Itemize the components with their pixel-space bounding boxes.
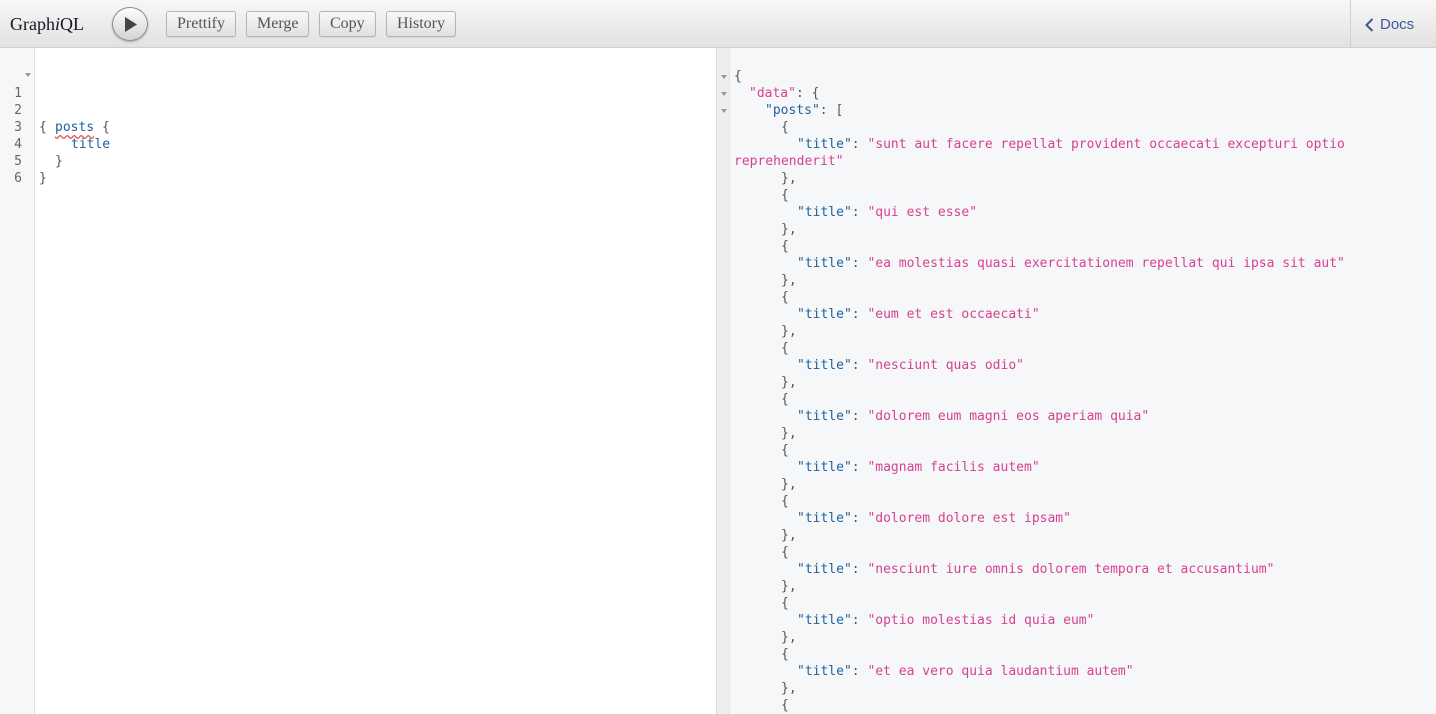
result-line: { (781, 392, 789, 407)
merge-button[interactable]: Merge (246, 11, 310, 37)
result-viewer: { "data": { "posts": [ { "title": "sunt a… (730, 48, 1436, 714)
result-line: "title": "magnam facilis autem" (797, 460, 1040, 475)
result-line: }, (781, 477, 797, 492)
prettify-button[interactable]: Prettify (166, 11, 236, 37)
editor-line: 6 (0, 153, 31, 186)
result-line: "posts": [ (765, 103, 844, 118)
result-line: "title": "nesciunt quas odio" (797, 358, 1024, 373)
result-line: reprehenderit" (734, 154, 844, 169)
result-line: "title": "optio molestias id quia eum" (797, 613, 1095, 628)
result-line: }, (781, 426, 797, 441)
fold-arrow-icon[interactable] (721, 92, 727, 96)
panel-divider[interactable] (716, 48, 730, 714)
app-title: GraphiQL (10, 14, 84, 34)
result-line: "title": "dolorem dolore est ipsam" (797, 511, 1071, 526)
toolbar: GraphiQL Prettify Merge Copy History Doc… (0, 0, 1436, 48)
result-line: }, (781, 630, 797, 645)
result-line: }, (781, 273, 797, 288)
result-line: }, (781, 222, 797, 237)
result-line: }, (781, 579, 797, 594)
editor-line: 4 } (0, 119, 63, 169)
execute-query-button[interactable] (112, 7, 148, 41)
editor-line: 2 posts { (0, 85, 110, 135)
result-line: "title": "qui est esse" (797, 205, 978, 220)
result-line: { (781, 239, 789, 254)
docs-area: Docs (1350, 0, 1436, 47)
result-line: "data": { (749, 86, 820, 101)
copy-button[interactable]: Copy (319, 11, 376, 37)
fold-arrow-icon[interactable] (25, 73, 31, 77)
result-line: { (781, 341, 789, 356)
editor-line: 3 title (0, 102, 110, 152)
editor-line: 5 } (0, 136, 47, 186)
result-line: { (781, 596, 789, 611)
result-line: }, (781, 375, 797, 390)
result-line: { (734, 69, 742, 84)
result-line: "title": "ea molestias quasi exercitatio… (797, 256, 1345, 271)
result-line: "title": "et ea vero quia laudantium aut… (797, 664, 1134, 679)
result-line: { (781, 494, 789, 509)
docs-label: Docs (1380, 16, 1415, 33)
history-button[interactable]: History (386, 11, 456, 37)
line-number: 6 (14, 171, 22, 186)
result-line: "title": "sunt aut facere repellat provi… (797, 137, 1345, 152)
result-line: { (781, 698, 789, 713)
result-line: { (781, 443, 789, 458)
result-line: }, (781, 528, 797, 543)
result-line: { (781, 290, 789, 305)
docs-button[interactable]: Docs (1365, 16, 1414, 33)
result-line: { (781, 545, 789, 560)
field-posts: posts (55, 120, 95, 135)
fold-arrow-icon[interactable] (721, 109, 727, 113)
result-line: }, (781, 324, 797, 339)
fold-arrow-icon[interactable] (721, 75, 727, 79)
result-line: { (781, 647, 789, 662)
result-line: "title": "dolorem eum magni eos aperiam … (797, 409, 1150, 424)
result-line: "title": "eum et est occaecati" (797, 307, 1040, 322)
chevron-left-icon (1365, 17, 1374, 32)
result-line: { (781, 120, 789, 135)
result-line: }, (781, 681, 797, 696)
play-icon (125, 17, 137, 32)
field-title: title (71, 137, 111, 152)
query-editor[interactable]: 1 { 2 posts { 3 title 4 } 5 } 6 (0, 48, 716, 714)
editor-line: 1 { (0, 68, 47, 135)
result-line: "title": "nesciunt iure omnis dolorem te… (797, 562, 1275, 577)
result-line: { (781, 188, 789, 203)
result-line: }, (781, 171, 797, 186)
